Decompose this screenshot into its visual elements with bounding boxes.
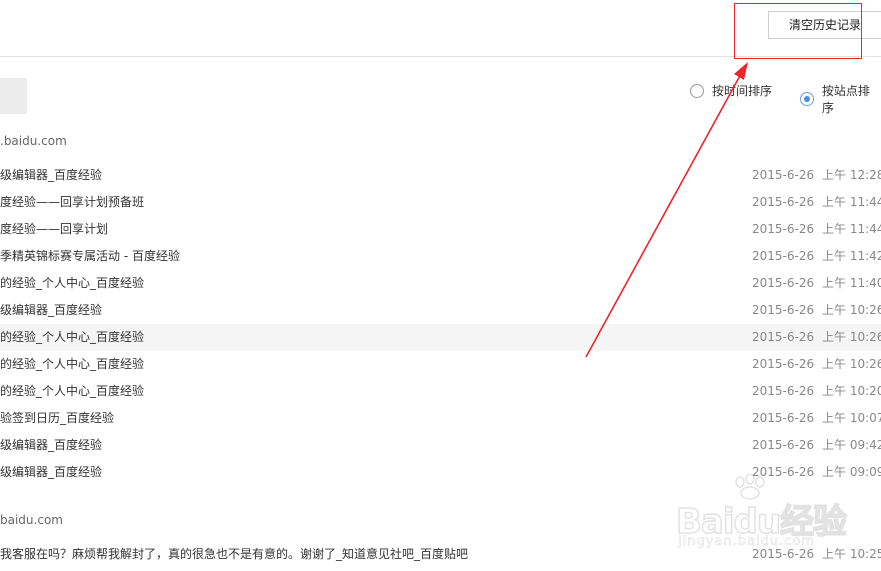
annotation-arrow-overlay (585, 62, 748, 358)
annotation-arrow-head-icon (734, 62, 748, 80)
annotation-arrow-line (585, 71, 743, 358)
